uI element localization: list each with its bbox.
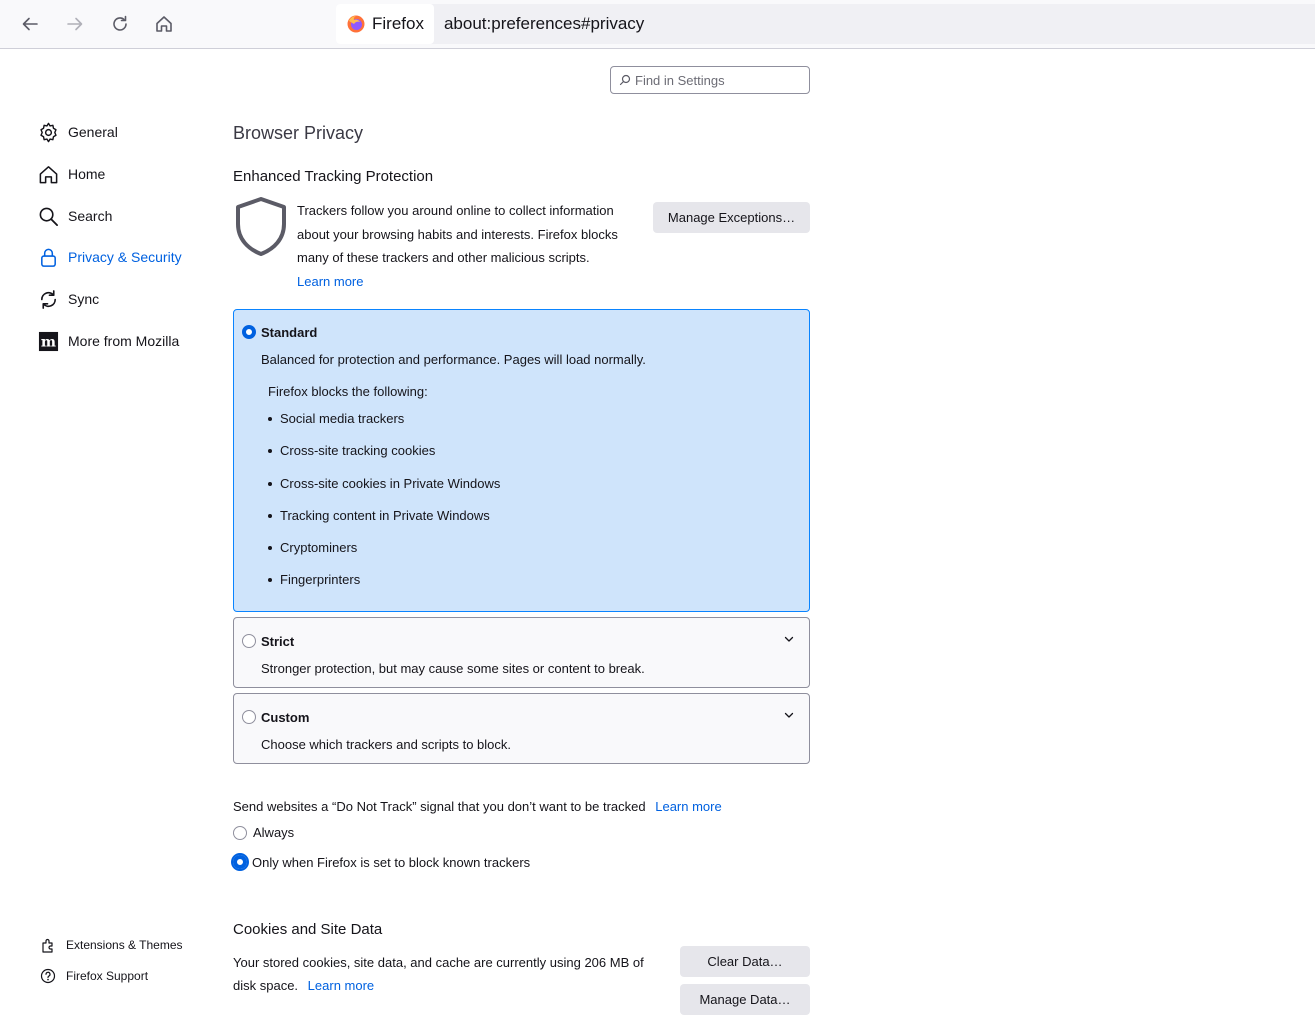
etp-learn-more-link[interactable]: Learn more	[297, 274, 363, 289]
dnt-only-when-label: Only when Firefox is set to block known …	[252, 854, 531, 870]
manage-data-button[interactable]: Manage Data…	[680, 984, 810, 1015]
clear-data-button[interactable]: Clear Data…	[680, 946, 810, 977]
search-icon	[39, 207, 58, 226]
etp-heading: Enhanced Tracking Protection	[233, 168, 434, 185]
custom-description: Choose which trackers and scripts to blo…	[261, 737, 511, 752]
dnt-only-when-option[interactable]: Only when Firefox is set to block known …	[231, 853, 530, 871]
back-button[interactable]	[14, 8, 46, 40]
dnt-always-radio[interactable]	[233, 825, 247, 840]
dnt-learn-more-link[interactable]: Learn more	[655, 799, 721, 814]
list-item: Cross-site tracking cookies	[268, 443, 435, 458]
sidebar-item-label: Search	[68, 208, 113, 224]
sync-icon	[41, 289, 56, 309]
firefox-support-label: Firefox Support	[66, 969, 149, 983]
sidebar-item-label: Privacy & Security	[68, 249, 182, 265]
mozilla-icon: m	[38, 331, 59, 351]
extensions-themes-link[interactable]: Extensions & Themes	[40, 934, 183, 956]
dnt-text: Send websites a “Do Not Track” signal th…	[233, 799, 646, 814]
strict-radio[interactable]	[242, 634, 256, 648]
sidebar-item-search[interactable]: Search	[38, 202, 112, 230]
lock-icon	[41, 248, 56, 267]
reload-icon	[113, 15, 127, 31]
sidebar-item-label: Home	[68, 166, 106, 182]
reload-button[interactable]	[104, 8, 136, 40]
dnt-always-option[interactable]: Always	[233, 825, 294, 840]
list-item: Cross-site cookies in Private Windows	[268, 476, 500, 491]
sidebar-item-more-from-mozilla[interactable]: m More from Mozilla	[38, 327, 179, 355]
search-input[interactable]	[635, 72, 805, 88]
custom-option-card[interactable]: Custom Choose which trackers and scripts…	[233, 693, 810, 764]
standard-description: Balanced for protection and performance.…	[261, 352, 646, 367]
home-icon	[39, 165, 58, 183]
custom-title: Custom	[261, 710, 310, 725]
help-icon	[40, 968, 56, 984]
cookies-learn-more-link[interactable]: Learn more	[308, 978, 374, 993]
firefox-logo-icon	[347, 15, 365, 33]
forward-button[interactable]	[59, 8, 91, 40]
search-icon	[619, 74, 631, 86]
dnt-always-label: Always	[253, 825, 295, 840]
strict-description: Stronger protection, but may cause some …	[261, 661, 645, 676]
sidebar-item-label: More from Mozilla	[68, 333, 180, 349]
sidebar-item-label: General	[68, 124, 118, 140]
url-text[interactable]: about:preferences#privacy	[444, 14, 644, 34]
browser-toolbar: Firefox about:preferences#privacy	[0, 0, 1315, 49]
shield-icon	[236, 197, 286, 256]
identity-label: Firefox	[372, 14, 424, 33]
dnt-only-when-radio[interactable]	[231, 853, 249, 871]
identity-box[interactable]: Firefox	[336, 4, 434, 44]
blocks-title: Firefox blocks the following:	[268, 384, 428, 399]
cookies-description-text: Your stored cookies, site data, and cach…	[233, 955, 644, 993]
list-item: Cryptominers	[268, 540, 357, 555]
sidebar-item-home[interactable]: Home	[38, 160, 105, 188]
url-bar[interactable]: Firefox about:preferences#privacy	[336, 4, 1315, 44]
home-button[interactable]	[148, 8, 180, 40]
firefox-support-link[interactable]: Firefox Support	[40, 965, 148, 987]
find-in-settings-field[interactable]	[610, 66, 810, 94]
standard-option-card[interactable]: Standard Balanced for protection and per…	[233, 309, 810, 612]
list-item: Tracking content in Private Windows	[268, 508, 490, 523]
sidebar-item-sync[interactable]: Sync	[38, 285, 99, 313]
cookies-description: Your stored cookies, site data, and cach…	[233, 951, 653, 997]
strict-option-card[interactable]: Strict Stronger protection, but may caus…	[233, 617, 810, 688]
strict-title: Strict	[261, 634, 295, 649]
standard-radio[interactable]	[242, 325, 256, 339]
chevron-down-icon[interactable]	[783, 633, 795, 645]
standard-title: Standard	[261, 325, 318, 340]
home-icon	[156, 16, 172, 32]
sidebar-item-privacy-security[interactable]: Privacy & Security	[38, 243, 182, 271]
arrow-right-icon	[67, 17, 83, 31]
cookies-heading: Cookies and Site Data	[233, 921, 383, 938]
svg-text:m: m	[41, 334, 56, 350]
gear-icon	[40, 122, 57, 142]
etp-description-text: Trackers follow you around online to col…	[297, 203, 618, 265]
extensions-themes-label: Extensions & Themes	[66, 938, 183, 952]
list-item: Social media trackers	[268, 411, 404, 426]
custom-radio[interactable]	[242, 710, 256, 724]
sidebar-item-label: Sync	[68, 291, 100, 307]
shield-illustration	[233, 196, 289, 258]
dnt-description: Send websites a “Do Not Track” signal th…	[233, 799, 722, 814]
sidebar-item-general[interactable]: General	[38, 118, 118, 146]
page-title: Browser Privacy	[233, 123, 364, 143]
chevron-down-icon[interactable]	[783, 709, 795, 721]
manage-exceptions-button[interactable]: Manage Exceptions…	[653, 202, 810, 233]
puzzle-icon	[42, 938, 53, 953]
etp-description: Trackers follow you around online to col…	[297, 199, 637, 293]
list-item: Fingerprinters	[268, 572, 360, 587]
arrow-left-icon	[22, 17, 38, 31]
